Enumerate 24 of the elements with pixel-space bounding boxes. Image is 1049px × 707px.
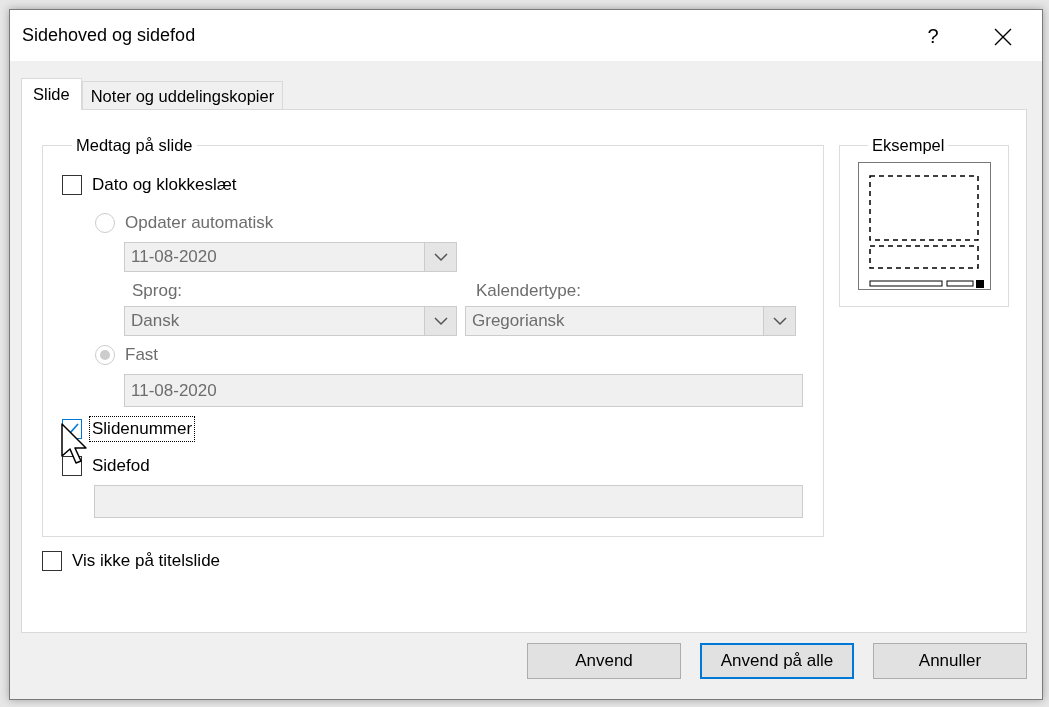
checkbox[interactable] <box>62 175 82 195</box>
chevron-down-icon <box>433 316 448 326</box>
tab[interactable]: Noter og uddelingskopier <box>81 81 284 109</box>
radio-label: Opdater automatisk <box>124 212 275 234</box>
checkbox-label: Vis ikke på titelslide <box>71 550 222 572</box>
checkbox-label: Sidefod <box>91 455 151 477</box>
close-icon <box>994 28 1012 47</box>
field-label: Kalendertype: <box>475 280 582 302</box>
checkbox-label: Dato og klokkeslæt <box>91 174 238 196</box>
field-label: Sprog: <box>131 280 184 302</box>
radio-label: Fast <box>124 344 160 366</box>
dialog-button[interactable]: Annuller <box>873 643 1027 679</box>
tab[interactable]: Slide <box>21 78 82 110</box>
window-title: Sidehoved og sidefod <box>22 24 197 47</box>
chevron-down-icon <box>772 316 787 326</box>
help-button[interactable]: ? <box>898 10 968 61</box>
mouse-cursor-icon <box>61 423 89 465</box>
dialog-button[interactable]: Anvend <box>527 643 681 679</box>
dialog-button[interactable]: Anvend på alle <box>700 643 854 679</box>
group-title: Eksempel <box>871 135 946 156</box>
checkbox[interactable] <box>42 551 62 571</box>
group-title: Medtag på slide <box>75 135 194 156</box>
chevron-down-icon <box>433 252 448 262</box>
checkbox-label: Slidenummer <box>90 417 195 441</box>
